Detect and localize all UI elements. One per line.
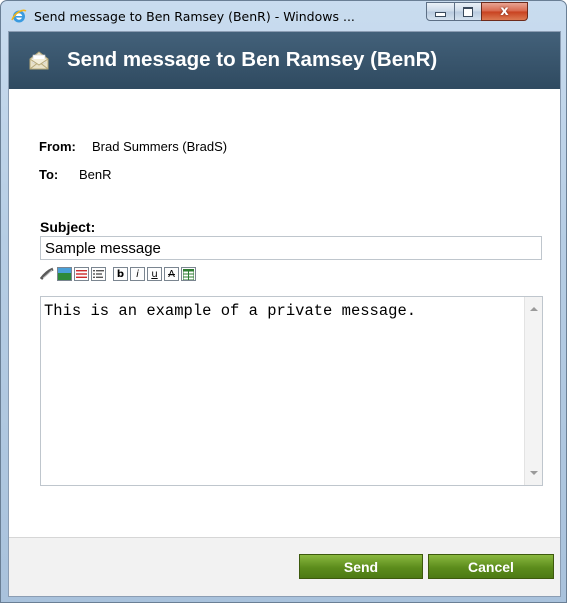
scroll-down-icon[interactable] <box>530 471 538 475</box>
dialog-content: Send message to Ben Ramsey (BenR) From: … <box>8 31 561 597</box>
close-icon: x <box>500 4 509 19</box>
message-body-text[interactable]: This is an example of a private message. <box>44 302 514 320</box>
maximize-icon <box>463 6 473 17</box>
maximize-button[interactable] <box>454 2 482 21</box>
bullet-list-icon[interactable] <box>74 267 89 281</box>
numbered-list-icon[interactable] <box>91 267 106 281</box>
underline-button[interactable]: u <box>147 267 162 281</box>
italic-button[interactable]: i <box>130 267 145 281</box>
from-label: From: <box>39 139 76 154</box>
message-body-editor[interactable]: This is an example of a private message. <box>40 296 543 486</box>
message-form: From: Brad Summers (BradS) To: BenR Subj… <box>9 89 560 537</box>
subject-label: Subject: <box>40 219 96 235</box>
bold-button[interactable]: b <box>113 267 128 281</box>
envelope-icon <box>29 51 49 70</box>
window-title: Send message to Ben Ramsey (BenR) - Wind… <box>34 9 355 24</box>
strikethrough-button[interactable]: A <box>164 267 179 281</box>
subject-input[interactable] <box>40 236 542 260</box>
minimize-button[interactable] <box>426 2 455 21</box>
from-value: Brad Summers (BradS) <box>92 139 228 154</box>
dialog-footer: Send Cancel <box>9 538 560 596</box>
editor-scrollbar[interactable] <box>524 297 542 485</box>
cancel-button[interactable]: Cancel <box>428 554 554 579</box>
dialog-title: Send message to Ben Ramsey (BenR) <box>67 48 438 71</box>
dialog-header: Send message to Ben Ramsey (BenR) <box>9 32 560 89</box>
close-button[interactable]: x <box>481 2 528 21</box>
link-icon[interactable] <box>40 267 55 281</box>
table-icon[interactable] <box>181 267 196 281</box>
to-value: BenR <box>79 167 112 182</box>
image-icon[interactable] <box>57 267 72 281</box>
editor-toolbar: b i u A <box>40 267 196 283</box>
scroll-up-icon[interactable] <box>530 307 538 311</box>
send-button[interactable]: Send <box>299 554 423 579</box>
internet-explorer-icon <box>11 9 27 23</box>
window-titlebar[interactable]: Send message to Ben Ramsey (BenR) - Wind… <box>1 1 566 31</box>
to-label: To: <box>39 167 59 182</box>
minimize-icon <box>435 12 446 17</box>
browser-window: Send message to Ben Ramsey (BenR) - Wind… <box>0 0 567 603</box>
